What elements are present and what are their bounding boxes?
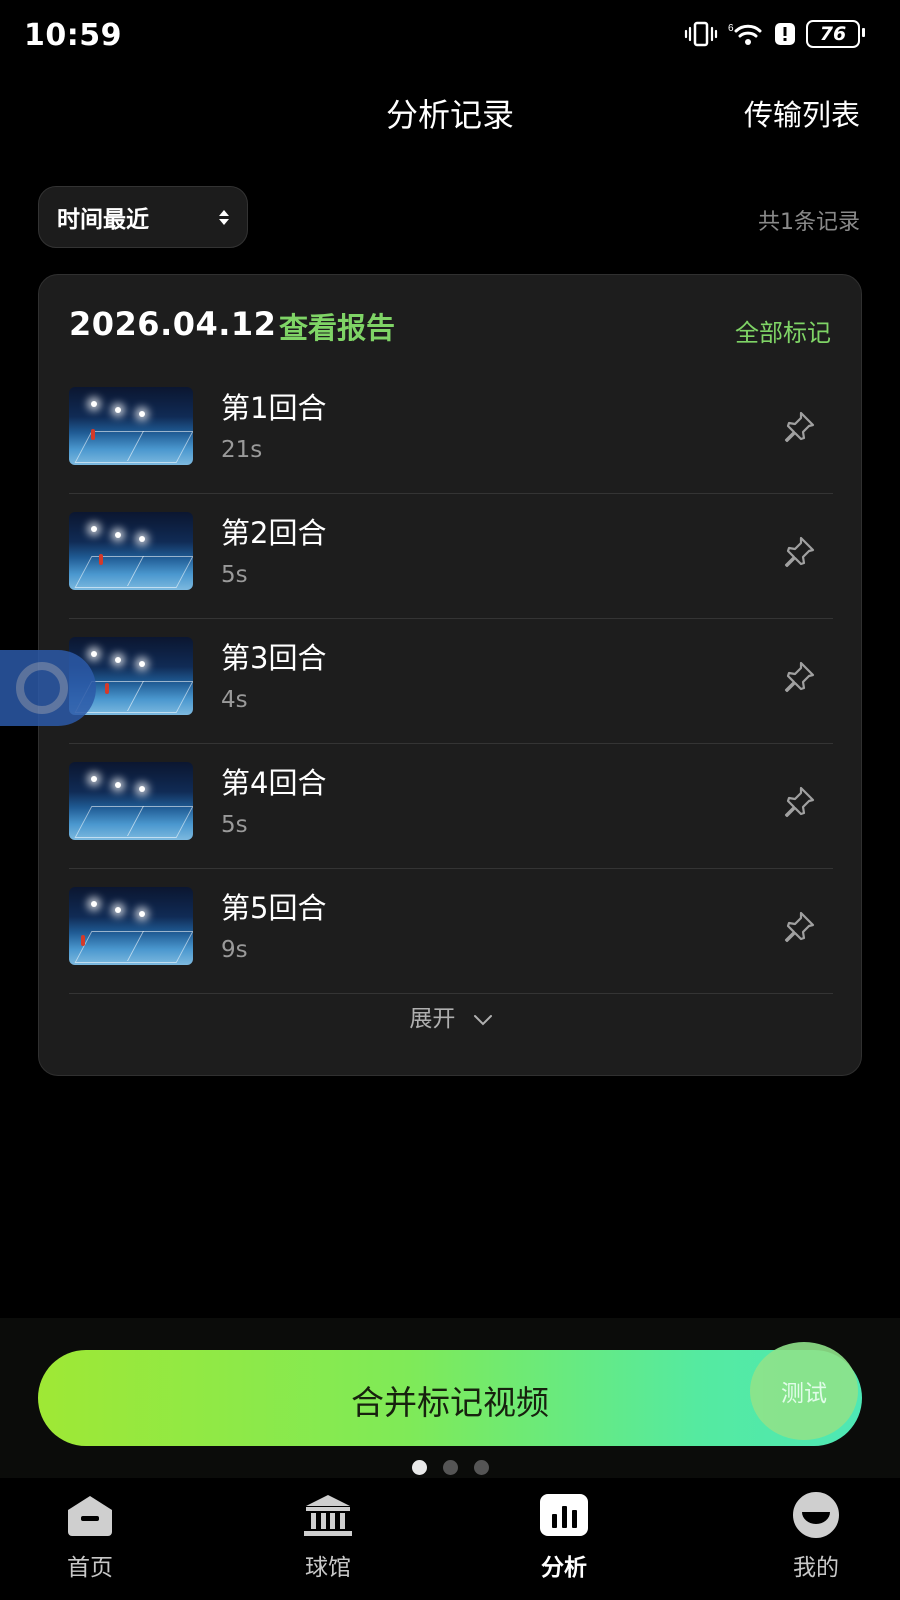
pin-icon[interactable] [779, 407, 819, 447]
round-duration: 4s [221, 687, 248, 713]
expand-button[interactable]: 展开 [39, 999, 863, 1033]
tab-label: 球馆 [305, 1555, 351, 1581]
record-count: 共1条记录 [758, 210, 860, 235]
svg-text:6: 6 [728, 23, 734, 34]
battery-icon: 76 [806, 20, 865, 48]
round-name: 第4回合 [221, 766, 327, 800]
page-dot [411, 1460, 427, 1475]
tab-analysis[interactable]: 分析 [494, 1492, 634, 1582]
round-duration: 9s [221, 937, 248, 963]
round-thumbnail [69, 512, 193, 590]
chevron-down-icon [473, 1014, 492, 1025]
tab-label: 首页 [67, 1555, 113, 1581]
pin-icon[interactable] [779, 657, 819, 697]
expand-label: 展开 [409, 1006, 456, 1032]
merge-button-label: 合并标记视频 [351, 1383, 549, 1422]
page-dot [473, 1460, 489, 1475]
sort-dropdown[interactable]: 时间最近 [38, 186, 248, 248]
tab-home[interactable]: 首页 [20, 1492, 160, 1582]
round-name: 第1回合 [221, 391, 327, 425]
profile-icon [793, 1492, 839, 1538]
round-duration: 5s [221, 812, 248, 838]
pin-icon[interactable] [779, 782, 819, 822]
round-item[interactable]: 第5回合 9s [69, 867, 833, 994]
sort-arrows-icon [219, 209, 229, 225]
floating-assistant-button[interactable] [0, 650, 96, 726]
tab-profile[interactable]: 我的 [746, 1492, 886, 1582]
round-thumbnail [69, 387, 193, 465]
merge-marked-videos-button[interactable]: 合并标记视频 测试 [38, 1342, 862, 1446]
sort-label: 时间最近 [57, 207, 149, 233]
round-duration: 21s [221, 437, 263, 463]
round-item[interactable]: 第3回合 4s [69, 617, 833, 744]
round-name: 第5回合 [221, 891, 327, 925]
venue-icon [304, 1495, 352, 1536]
analysis-icon [540, 1494, 588, 1536]
alert-icon [775, 23, 795, 45]
home-icon [68, 1496, 112, 1536]
test-badge-button[interactable]: 测试 [750, 1342, 858, 1440]
round-name: 第3回合 [221, 641, 327, 675]
round-duration: 5s [221, 562, 248, 588]
record-card: 2026.04.12 查看报告 全部标记 第1回合 21s 第2回合 5s 第3… [38, 274, 862, 1076]
page-dot [442, 1460, 458, 1475]
vibrate-icon [684, 21, 718, 47]
page-indicator [0, 1460, 900, 1475]
view-report-link[interactable]: 查看报告 [279, 305, 395, 347]
divider [69, 993, 833, 994]
wifi-icon: 6 [728, 23, 762, 45]
round-item[interactable]: 第1回合 21s [69, 367, 833, 494]
pin-icon[interactable] [779, 907, 819, 947]
transfer-list-link[interactable]: 传输列表 [744, 92, 860, 134]
tab-venue[interactable]: 球馆 [258, 1492, 398, 1582]
round-item[interactable]: 第2回合 5s [69, 492, 833, 619]
round-name: 第2回合 [221, 516, 327, 550]
record-date: 2026.04.12 [69, 305, 277, 343]
pin-icon[interactable] [779, 532, 819, 572]
tab-label: 我的 [793, 1555, 839, 1581]
status-time: 10:59 [24, 18, 122, 53]
tab-label: 分析 [541, 1555, 587, 1581]
round-thumbnail [69, 887, 193, 965]
round-thumbnail [69, 762, 193, 840]
status-icons: 6 76 [684, 20, 865, 48]
assistant-icon [16, 662, 68, 714]
mark-all-link[interactable]: 全部标记 [735, 313, 831, 348]
status-bar: 10:59 6 76 [0, 0, 900, 76]
tab-bar: 首页 球馆 分析 我的 [0, 1478, 900, 1600]
round-item[interactable]: 第4回合 5s [69, 742, 833, 869]
